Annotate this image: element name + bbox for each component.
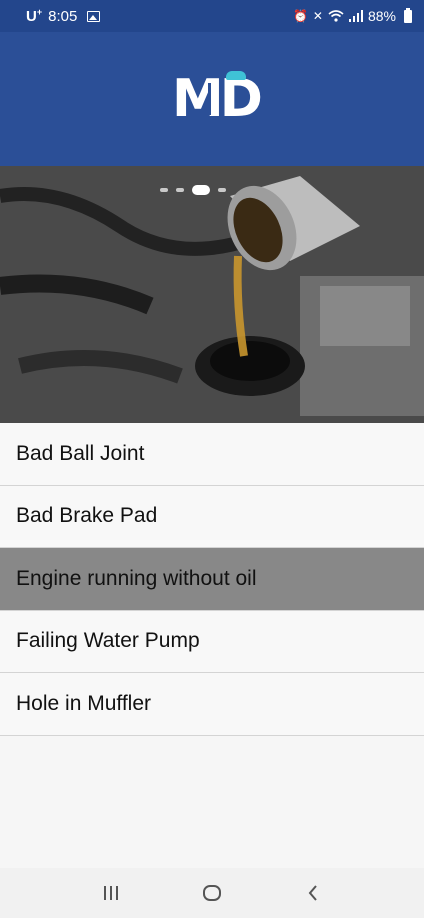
image-notification-icon (87, 10, 101, 22)
list-item[interactable]: Failing Water Pump (0, 610, 424, 673)
list-item-label: Failing Water Pump (16, 629, 200, 653)
back-icon (308, 885, 318, 901)
battery-icon (404, 7, 412, 23)
recent-apps-button[interactable] (91, 873, 131, 913)
list-item-label: Hole in Muffler (16, 691, 152, 715)
app-header: MD (0, 32, 424, 166)
carousel-dot[interactable] (176, 188, 184, 192)
list-item-label: Bad Brake Pad (16, 504, 158, 528)
wifi-icon (328, 10, 344, 22)
carousel-dot-active[interactable] (192, 185, 210, 195)
image-carousel[interactable] (0, 166, 424, 423)
system-nav-bar (0, 868, 424, 918)
syringe-icon (208, 83, 211, 115)
carrier-label: U+ (26, 7, 43, 25)
car-icon (226, 71, 246, 80)
carousel-dot[interactable] (218, 188, 226, 192)
home-button[interactable] (192, 873, 232, 913)
list-item-label: Engine running without oil (16, 566, 257, 590)
home-icon (202, 885, 221, 901)
list-item[interactable]: Hole in Muffler (0, 673, 424, 736)
list-item[interactable]: Bad Brake Pad (0, 485, 424, 548)
carousel-indicator[interactable] (160, 185, 226, 195)
list-item-label: Bad Ball Joint (16, 441, 145, 465)
battery-percent: 88% (367, 8, 396, 24)
alarm-icon: ⏰ (292, 9, 308, 23)
recent-apps-icon (103, 886, 118, 900)
carousel-dot[interactable] (160, 188, 168, 192)
oil-pour-image (0, 166, 424, 423)
back-button[interactable] (293, 873, 333, 913)
mute-icon: ✕ (312, 9, 323, 23)
app-logo: MD (172, 69, 263, 129)
status-bar: U+ 8:05 ⏰ ✕ 88% (0, 0, 424, 32)
clock: 8:05 (48, 7, 78, 25)
signal-icon (348, 10, 363, 22)
list-item[interactable]: Bad Ball Joint (0, 423, 424, 486)
problem-list: Bad Ball Joint Bad Brake Pad Engine runn… (0, 423, 424, 736)
list-item-selected[interactable]: Engine running without oil (0, 548, 424, 611)
